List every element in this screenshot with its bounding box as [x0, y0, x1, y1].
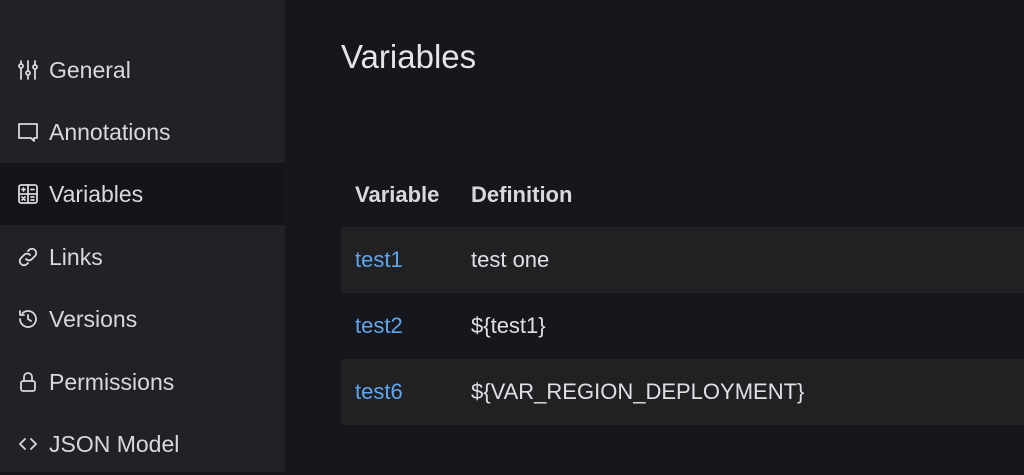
column-header-definition: Definition	[471, 182, 573, 207]
page-title: Variables	[341, 38, 477, 75]
variable-name-link[interactable]: test6	[355, 379, 403, 405]
table-row: test6 ${VAR_REGION_DEPLOYMENT}	[341, 359, 1024, 425]
variable-name-link[interactable]: test2	[355, 313, 403, 339]
table-row: test1 test one	[341, 227, 1024, 293]
comment-icon	[18, 123, 38, 142]
variable-definition: ${VAR_REGION_DEPLOYMENT}	[471, 379, 805, 404]
settings-sidebar: General Annotations Variables Links Vers…	[0, 0, 285, 472]
lock-icon	[20, 372, 36, 392]
sidebar-item-label: JSON Model	[49, 430, 180, 457]
variable-name-link[interactable]: test1	[355, 247, 403, 273]
sidebar-item-general[interactable]: General	[0, 39, 285, 101]
link-icon	[18, 247, 38, 267]
sidebar-item-annotations[interactable]: Annotations	[0, 101, 285, 163]
sidebar-item-label: General	[49, 56, 131, 83]
sidebar-item-variables[interactable]: Variables	[0, 163, 285, 225]
sliders-icon	[18, 60, 38, 80]
calculator-icon	[18, 184, 38, 204]
sidebar-item-label: Annotations	[49, 118, 171, 145]
sidebar-item-label: Versions	[49, 305, 138, 332]
sidebar-item-versions[interactable]: Versions	[0, 288, 285, 350]
column-header-variable: Variable	[355, 182, 440, 207]
sidebar-item-label: Links	[49, 243, 103, 270]
table-row: test2 ${test1}	[341, 293, 1024, 359]
sidebar-item-label: Permissions	[49, 368, 175, 395]
sidebar-item-links[interactable]: Links	[0, 226, 285, 288]
sidebar-item-permissions[interactable]: Permissions	[0, 351, 285, 413]
variable-definition: test one	[471, 247, 550, 272]
sidebar-item-label: Variables	[49, 180, 144, 207]
history-icon	[19, 310, 37, 328]
variable-definition: ${test1}	[471, 313, 546, 338]
code-icon	[19, 438, 37, 450]
sidebar-item-json-model[interactable]: JSON Model	[0, 413, 285, 475]
